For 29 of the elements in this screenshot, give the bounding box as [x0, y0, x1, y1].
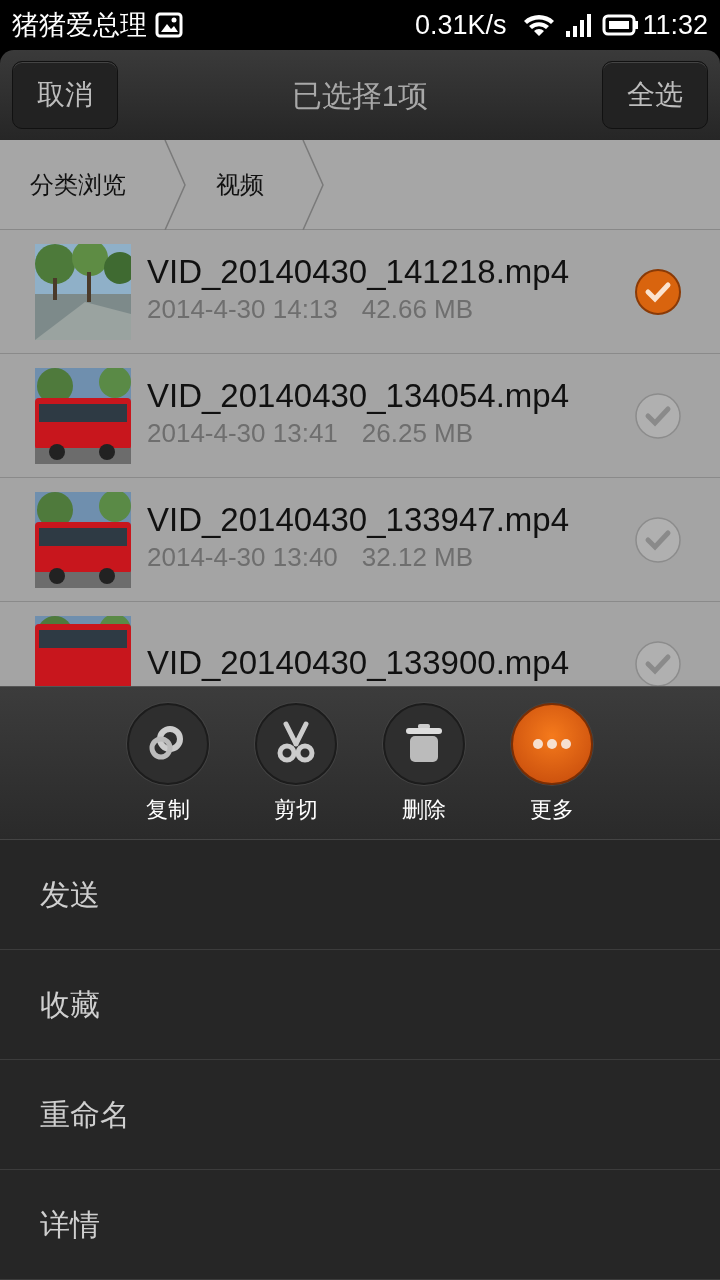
menu-item[interactable]: 重命名	[0, 1060, 720, 1170]
action-label: 剪切	[274, 796, 318, 824]
file-name: VID_20140430_141218.mp4	[147, 253, 571, 291]
checkbox[interactable]	[634, 639, 682, 686]
checkbox[interactable]	[634, 515, 682, 564]
file-name: VID_20140430_133900.mp4	[147, 645, 571, 682]
chevron-icon	[164, 140, 186, 230]
network-speed: 0.31K/s	[414, 8, 507, 42]
file-name: VID_20140430_133947.mp4	[147, 501, 571, 539]
selection-title: 已选择1项	[291, 77, 429, 114]
chevron-icon	[302, 140, 324, 230]
clock: 11:32	[642, 8, 708, 42]
battery-icon	[602, 13, 639, 37]
cancel-button[interactable]: 取消	[12, 61, 118, 129]
action-label: 删除	[402, 796, 446, 824]
action-label: 复制	[146, 796, 190, 824]
image-icon	[155, 12, 183, 38]
menu-item[interactable]: 发送	[0, 840, 720, 950]
breadcrumb-item[interactable]: 分类浏览	[0, 140, 164, 230]
file-name: VID_20140430_134054.mp4	[147, 377, 571, 415]
checkbox[interactable]	[634, 267, 682, 316]
checkbox[interactable]	[634, 391, 682, 440]
app-name: 猪猪爱总理	[12, 8, 147, 42]
more-icon	[533, 739, 571, 749]
action-label: 更多	[530, 796, 574, 824]
breadcrumb-item[interactable]: 视频	[186, 140, 302, 230]
menu-item[interactable]: 详情	[0, 1170, 720, 1280]
select-all-button[interactable]: 全选	[602, 61, 708, 129]
menu-item[interactable]: 收藏	[0, 950, 720, 1060]
